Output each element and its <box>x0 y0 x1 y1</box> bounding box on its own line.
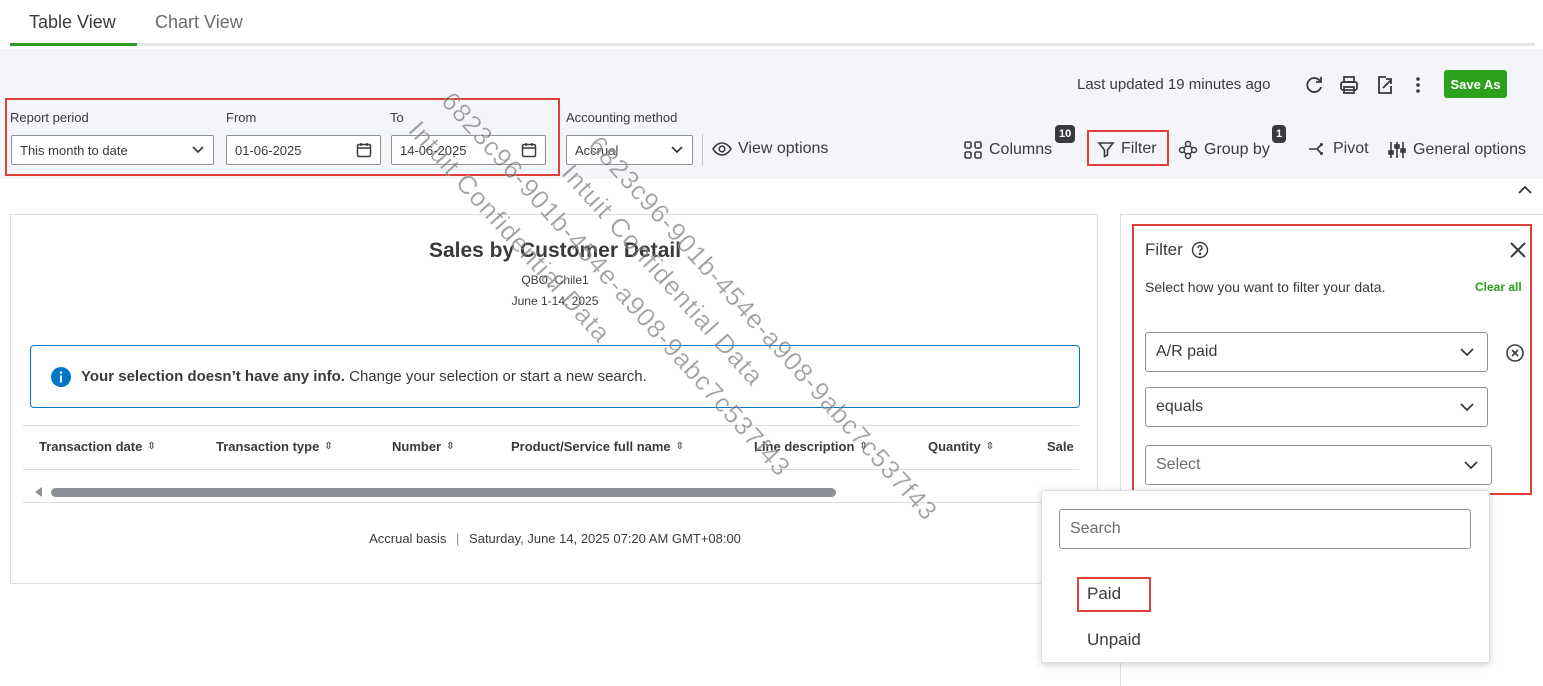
print-icon[interactable] <box>1338 74 1360 96</box>
filter-value-select[interactable]: Select <box>1145 445 1492 485</box>
column-header[interactable]: Sale <box>1047 439 1081 454</box>
more-options-icon[interactable] <box>1413 74 1423 96</box>
general-options-button[interactable]: General options <box>1387 140 1526 160</box>
active-tab-indicator <box>10 43 137 46</box>
filter-icon <box>1097 142 1115 158</box>
no-data-bold: Your selection doesn’t have any info. <box>81 368 345 385</box>
pivot-button[interactable]: Pivot <box>1307 140 1369 158</box>
report-title: Sales by Customer Detail <box>428 239 682 262</box>
chevron-down-icon <box>671 146 683 154</box>
columns-button[interactable]: Columns <box>963 140 1052 160</box>
report-company: QBO_Chile1 <box>521 273 589 287</box>
dropdown-option-unpaid[interactable]: Unpaid <box>1087 630 1141 650</box>
group-by-button[interactable]: Group by <box>1178 140 1270 160</box>
column-header[interactable]: Number ⇳ <box>392 439 455 454</box>
to-date-input[interactable]: 14-06-2025 <box>391 135 546 165</box>
chevron-down-icon <box>192 146 204 154</box>
column-header[interactable]: Line description ⇳ <box>754 439 868 454</box>
report-tabs: Table View Chart View <box>10 0 1535 46</box>
pivot-label: Pivot <box>1333 140 1369 157</box>
filter-field-select[interactable]: A/R paid <box>1145 332 1488 372</box>
footer-basis: Accrual basis <box>369 531 447 546</box>
to-label: To <box>390 110 404 125</box>
refresh-icon[interactable] <box>1303 74 1325 96</box>
export-icon[interactable] <box>1374 74 1396 96</box>
column-header[interactable]: Quantity ⇳ <box>928 439 994 454</box>
last-updated-text: Last updated 19 minutes ago <box>1077 76 1271 93</box>
chevron-down-icon <box>1464 461 1478 470</box>
group-by-count-badge: 1 <box>1272 125 1287 143</box>
footer-timestamp: Saturday, June 14, 2025 07:20 AM GMT+08:… <box>469 531 741 546</box>
report-period-label: Report period <box>10 110 89 125</box>
dropdown-option-paid[interactable]: Paid <box>1087 584 1121 604</box>
accounting-method-select[interactable]: Accrual <box>566 135 693 165</box>
collapse-toolbar-icon[interactable] <box>1517 184 1533 196</box>
from-date-value: 01-06-2025 <box>235 142 302 158</box>
report-period-select[interactable]: This month to date <box>11 135 214 165</box>
report-date-range: June 1-14, 2025 <box>511 294 599 308</box>
table-bottom-divider <box>23 502 1079 503</box>
filter-panel-title: Filter <box>1145 240 1183 259</box>
view-options-label: View options <box>738 140 829 157</box>
columns-icon <box>964 141 982 159</box>
remove-filter-icon[interactable] <box>1505 343 1525 363</box>
clear-all-link[interactable]: Clear all <box>1475 280 1522 294</box>
table-top-divider <box>23 425 1079 426</box>
accounting-method-label: Accounting method <box>566 110 678 125</box>
columns-count-badge: 10 <box>1055 125 1076 143</box>
help-icon[interactable] <box>1191 241 1209 259</box>
filter-button[interactable]: Filter <box>1097 140 1157 158</box>
toolbar-divider <box>702 134 703 166</box>
tab-chart-view[interactable]: Chart View <box>155 12 243 33</box>
info-icon <box>51 366 71 387</box>
filter-value-placeholder: Select <box>1156 456 1201 473</box>
dropdown-search-input[interactable] <box>1059 509 1471 549</box>
filter-panel-header: Filter <box>1145 240 1209 260</box>
general-options-label: General options <box>1413 141 1526 158</box>
table-header-divider <box>23 469 1079 470</box>
from-date-input[interactable]: 01-06-2025 <box>226 135 381 165</box>
filter-field-value: A/R paid <box>1156 343 1218 360</box>
save-as-button[interactable]: Save As <box>1444 70 1507 98</box>
columns-label: Columns <box>989 141 1053 158</box>
filter-operator-value: equals <box>1156 398 1204 415</box>
report-footer: Accrual basis | Saturday, June 14, 2025 … <box>369 531 741 546</box>
scroll-left-arrow-icon[interactable] <box>35 487 43 497</box>
chevron-down-icon <box>1460 403 1474 412</box>
group-by-icon <box>1178 140 1198 160</box>
report-period-value: This month to date <box>20 142 128 158</box>
sliders-icon <box>1388 142 1406 158</box>
column-header[interactable]: Transaction date ⇳ <box>39 439 156 454</box>
column-header[interactable]: Transaction type ⇳ <box>216 439 333 454</box>
filter-operator-select[interactable]: equals <box>1145 387 1488 427</box>
column-header[interactable]: Product/Service full name ⇳ <box>511 439 684 454</box>
pivot-icon <box>1309 143 1323 155</box>
eye-icon <box>712 142 732 156</box>
chevron-down-icon <box>1460 348 1474 357</box>
calendar-icon[interactable] <box>356 142 372 158</box>
horizontal-scrollbar[interactable] <box>51 488 836 497</box>
group-by-label: Group by <box>1204 141 1270 158</box>
tab-table-view[interactable]: Table View <box>29 12 116 33</box>
no-data-message: Your selection doesn’t have any info. Ch… <box>30 345 1080 408</box>
filter-description: Select how you want to filter your data. <box>1145 279 1386 295</box>
from-label: From <box>226 110 257 125</box>
accounting-method-value: Accrual <box>575 142 619 158</box>
no-data-text: Change your selection or start a new sea… <box>349 368 647 385</box>
to-date-value: 14-06-2025 <box>400 142 467 158</box>
report-card: Sales by Customer Detail QBO_Chile1 June… <box>10 214 1098 584</box>
filter-label: Filter <box>1121 140 1157 157</box>
close-icon[interactable] <box>1508 240 1528 260</box>
view-options-button[interactable]: View options <box>712 140 828 158</box>
calendar-icon[interactable] <box>521 142 537 158</box>
